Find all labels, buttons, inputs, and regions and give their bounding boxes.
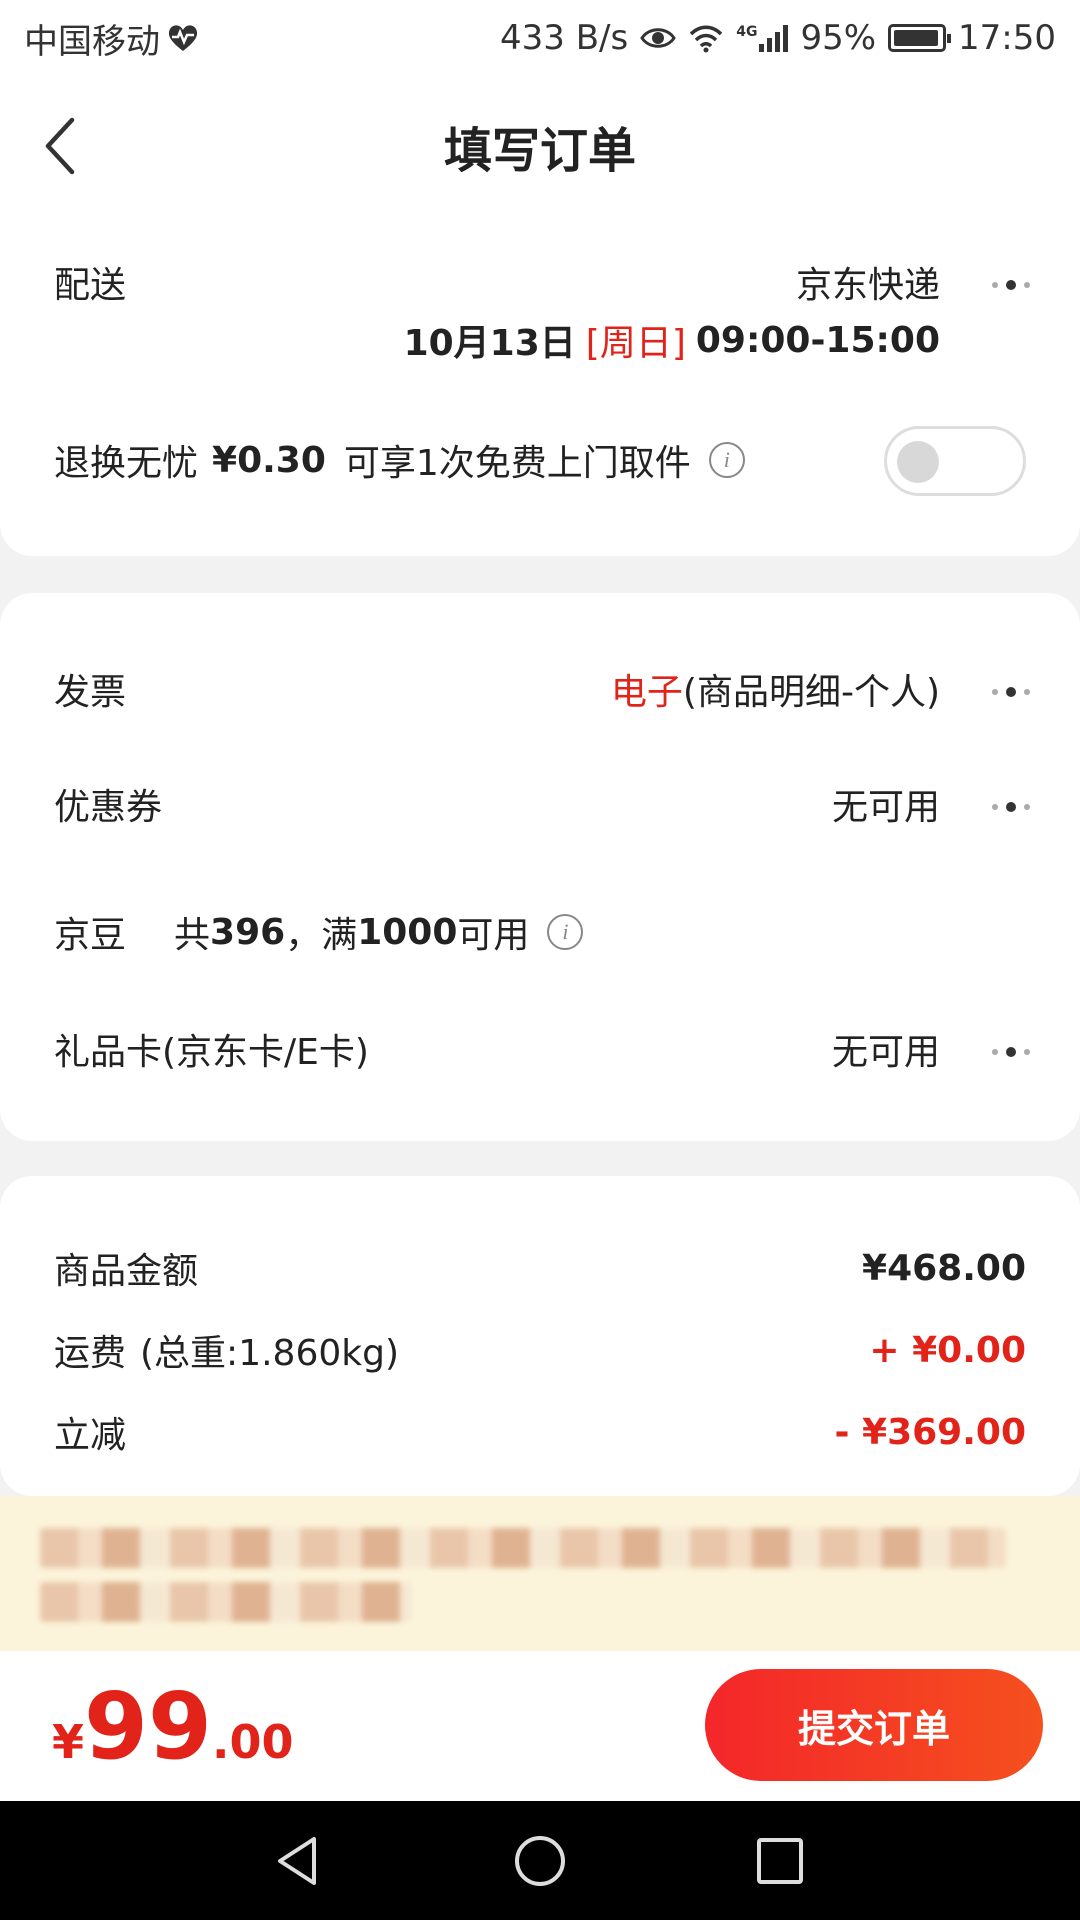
nav-back-icon[interactable] — [270, 1831, 330, 1891]
gift-card-row[interactable]: 礼品卡(京东卡/E卡) 无可用 — [54, 1023, 1026, 1075]
coupon-row[interactable]: 优惠券 无可用 — [54, 778, 1026, 830]
clock: 17:50 — [958, 18, 1056, 58]
jd-beans-row: 京豆 共 396 ，满 1000 可用 i — [54, 906, 1026, 958]
nav-recents-icon[interactable] — [750, 1831, 810, 1891]
jd-beans-threshold: 1000 — [357, 911, 458, 953]
discount-value: - ¥369.00 — [834, 1411, 1026, 1453]
shipping-label: 运费 — [54, 1333, 127, 1374]
info-icon[interactable]: i — [547, 914, 584, 950]
battery-percent: 95% — [800, 18, 877, 58]
gift-card-label: 礼品卡(京东卡/E卡) — [54, 1032, 369, 1073]
back-arrow-icon[interactable] — [38, 114, 94, 178]
return-service-row: 退换无忧 ¥0.30 可享1次免费上门取件 i — [54, 434, 1026, 486]
return-service-desc: 可享1次免费上门取件 — [343, 443, 691, 484]
invoice-more-icon[interactable] — [992, 687, 1030, 697]
price-summary-card: 商品金额 ¥468.00 运费 (总重:1.860kg) + ¥0.00 立减 … — [0, 1176, 1080, 1496]
return-service-toggle[interactable] — [884, 426, 1026, 496]
blurred-text — [40, 1582, 412, 1622]
blurred-text — [40, 1528, 1006, 1568]
cellular-signal: 4G — [736, 24, 789, 52]
invoice-label: 发票 — [54, 672, 127, 713]
system-nav-bar — [0, 1801, 1080, 1920]
shipping-row: 运费 (总重:1.860kg) + ¥0.00 — [54, 1324, 1026, 1376]
submit-order-button[interactable]: 提交订单 — [705, 1669, 1043, 1781]
invoice-row[interactable]: 发票 电子 (商品明细-个人) — [54, 663, 1026, 715]
nav-home-icon[interactable] — [510, 1831, 570, 1891]
toggle-knob — [897, 441, 939, 483]
status-bar: 中国移动 433 B/s 4G 95% 17:50 — [0, 0, 1080, 76]
goods-amount-label: 商品金额 — [54, 1251, 199, 1292]
jd-beans-sep: ，满 — [285, 915, 358, 956]
delivery-row[interactable]: 配送 京东快递 — [54, 256, 1026, 308]
gift-card-value: 无可用 — [831, 1032, 940, 1073]
discount-row: 立减 - ¥369.00 — [54, 1406, 1026, 1458]
network-type: 4G — [736, 24, 758, 40]
delivery-method: 京东快递 — [795, 265, 940, 306]
jd-beans-label: 京豆 — [54, 915, 127, 956]
return-service-price: ¥0.30 — [212, 439, 326, 481]
delivery-weekday: [周日] — [585, 323, 686, 364]
delivery-time-row[interactable]: 10月13日 [周日] 09:00-15:00 — [54, 314, 940, 366]
coupon-more-icon[interactable] — [992, 802, 1030, 812]
goods-amount-row: 商品金额 ¥468.00 — [54, 1242, 1026, 1294]
payment-options-card: 发票 电子 (商品明细-个人) 优惠券 无可用 京豆 共 396 ，满 1000… — [0, 593, 1080, 1141]
goods-amount-value: ¥468.00 — [862, 1247, 1026, 1289]
signal-icon — [759, 24, 789, 52]
total-integer: 99 — [84, 1673, 213, 1780]
currency-symbol: ¥ — [52, 1715, 85, 1769]
delivery-time-range: 09:00-15:00 — [695, 319, 940, 361]
delivery-label: 配送 — [54, 265, 127, 306]
page-title: 填写订单 — [443, 123, 636, 179]
jd-beans-count: 396 — [210, 911, 286, 953]
carrier-label: 中国移动 — [24, 21, 160, 62]
jd-beans-suffix: 可用 — [457, 915, 530, 956]
battery-icon — [888, 24, 952, 52]
eye-comfort-icon — [640, 28, 676, 48]
total-decimal: .00 — [212, 1715, 294, 1769]
gift-card-more-icon[interactable] — [992, 1047, 1030, 1057]
coupon-value: 无可用 — [831, 787, 940, 828]
invoice-type: 电子 — [610, 672, 683, 713]
notice-banner — [0, 1496, 1080, 1651]
delivery-card: 配送 京东快递 10月13日 [周日] 09:00-15:00 退换无忧 ¥0.… — [0, 196, 1080, 556]
page-header: 填写订单 — [0, 76, 1080, 216]
delivery-date: 10月13日 — [403, 323, 576, 364]
checkout-bar: ¥ 99 .00 提交订单 — [0, 1651, 1080, 1801]
shipping-weight: (总重:1.860kg) — [140, 1333, 399, 1374]
network-speed: 433 B/s — [500, 18, 629, 58]
heart-rate-icon — [168, 25, 198, 51]
discount-label: 立减 — [54, 1415, 127, 1456]
return-service-label: 退换无忧 — [54, 443, 199, 484]
wifi-icon — [689, 25, 723, 53]
shipping-value: + ¥0.00 — [869, 1329, 1026, 1371]
coupon-label: 优惠券 — [54, 787, 163, 828]
jd-beans-prefix: 共 — [174, 915, 211, 956]
invoice-detail: (商品明细-个人) — [682, 672, 940, 713]
total-price: ¥ 99 .00 — [52, 1681, 294, 1773]
delivery-more-icon[interactable] — [992, 280, 1030, 290]
info-icon[interactable]: i — [708, 442, 745, 478]
